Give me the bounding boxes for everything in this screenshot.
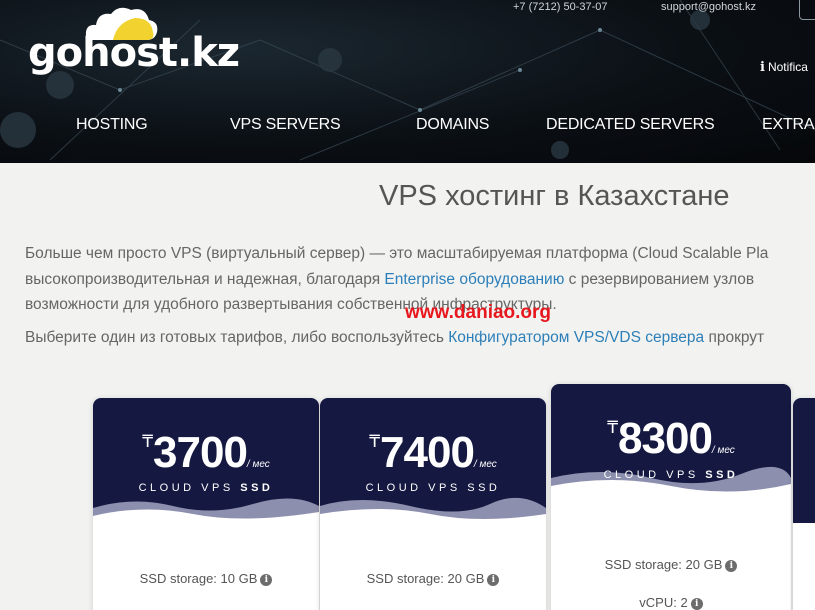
intro-line-2: высокопроизводительная и надежная, благо… — [25, 271, 754, 289]
intro-text: Выберите один из готовых тарифов, либо в… — [25, 329, 449, 346]
plan-name-bold: SSD — [705, 469, 739, 481]
spec-label: SSD storage: 20 GB — [604, 557, 723, 572]
nav-dedicated-servers[interactable]: DEDICATED SERVERS — [546, 116, 715, 134]
info-circle-icon[interactable]: i — [690, 597, 703, 610]
plan-name-text: CLOUD VPS — [603, 469, 706, 481]
plan-wave — [93, 498, 319, 534]
price-value: 8300 — [618, 414, 713, 463]
spec-label: SSD storage: 20 GB — [366, 571, 485, 586]
enterprise-link[interactable]: Enterprise оборудованию — [384, 271, 564, 288]
plan-card[interactable]: ₸7400/ мес CLOUD VPS SSD SSD storage: 20… — [320, 398, 546, 610]
currency-symbol: ₸ — [607, 418, 619, 437]
intro-line-4: Выберите один из готовых тарифов, либо в… — [25, 329, 764, 347]
info-circle-icon[interactable]: i — [487, 573, 500, 586]
page-title: VPS хостинг в Казахстане — [379, 180, 730, 212]
plan-name-text: CLOUD VPS — [138, 482, 241, 494]
price-value: 7400 — [380, 428, 475, 477]
price-period: / мес — [473, 459, 497, 470]
intro-text: высокопроизводительная и надежная, благо… — [25, 271, 385, 288]
nav-vps-servers[interactable]: VPS SERVERS — [230, 116, 341, 134]
site-header: gohost.kz +7 (7212) 50-37-07 support@goh… — [0, 0, 815, 163]
plan-wave — [320, 497, 546, 534]
notifications-link[interactable]: i Notifica — [760, 60, 808, 75]
plan-name: CLOUD VPS SSD — [551, 469, 791, 481]
spec-label: SSD storage: 10 GB — [139, 571, 258, 586]
site-logo[interactable]: gohost.kz — [28, 30, 240, 76]
spec-label: vCPU: 2 — [639, 595, 688, 610]
nav-domains[interactable]: DOMAINS — [416, 116, 489, 134]
notifications-label: Notifica — [767, 60, 808, 74]
plan-card-header — [793, 398, 815, 523]
top-button[interactable] — [799, 0, 815, 20]
plan-spec: SSD storage: 20 GB i — [551, 557, 791, 572]
plan-card-partial[interactable] — [793, 398, 815, 610]
plan-name: CLOUD VPS SSD — [320, 482, 546, 494]
plan-spec: SSD storage: 20 GB i — [320, 571, 546, 586]
plan-price: ₸8300/ мес — [551, 414, 791, 464]
plan-name-bold: SSD — [467, 482, 501, 494]
intro-line-1: Больше чем просто VPS (виртуальный серве… — [25, 245, 769, 262]
plan-spec: vCPU: 2i — [551, 595, 791, 610]
intro-text: прокрут — [704, 329, 765, 346]
plan-card[interactable]: ₸3700/ мес CLOUD VPS SSD SSD storage: 10… — [93, 398, 319, 610]
watermark: www.daniao.org — [405, 302, 552, 323]
nav-extra[interactable]: EXTRA — [762, 116, 815, 134]
support-email[interactable]: support@gohost.kz — [661, 1, 756, 13]
phone-number[interactable]: +7 (7212) 50-37-07 — [513, 1, 607, 13]
info-circle-icon[interactable]: i — [725, 559, 738, 572]
info-circle-icon[interactable]: i — [260, 573, 273, 586]
plan-name: CLOUD VPS SSD — [93, 482, 319, 494]
price-period: / мес — [711, 445, 735, 456]
plan-spec: SSD storage: 10 GB i — [93, 571, 319, 586]
plan-price: ₸7400/ мес — [320, 428, 546, 478]
price-value: 3700 — [153, 428, 248, 477]
plan-name-text: CLOUD VPS — [365, 482, 468, 494]
plan-name-bold: SSD — [240, 482, 274, 494]
plan-price: ₸3700/ мес — [93, 428, 319, 478]
configurator-link[interactable]: Конфигуратором VPS/VDS сервера — [448, 329, 704, 346]
currency-symbol: ₸ — [142, 432, 154, 451]
currency-symbol: ₸ — [369, 432, 381, 451]
intro-text: с резервированием узлов — [564, 271, 755, 288]
plan-card-featured[interactable]: ₸8300/ мес CLOUD VPS SSD SSD storage: 20… — [551, 384, 791, 610]
price-period: / мес — [246, 459, 270, 470]
nav-hosting[interactable]: HOSTING — [76, 116, 148, 134]
info-icon: i — [760, 60, 765, 75]
